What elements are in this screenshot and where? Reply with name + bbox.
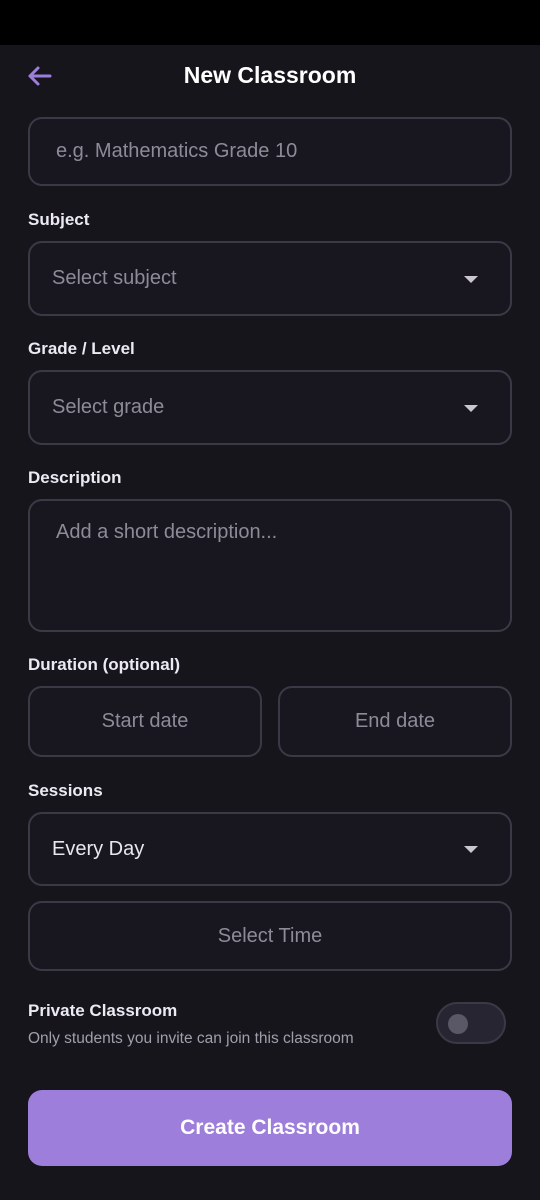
- caret-down-icon: [464, 846, 478, 853]
- description-placeholder: Add a short description...: [56, 521, 278, 543]
- start-date-placeholder: Start date: [101, 710, 189, 732]
- status-bar: [0, 0, 540, 45]
- page-title: New Classroom: [183, 62, 357, 88]
- sessions-select[interactable]: Every Day: [28, 812, 512, 886]
- select-time-input[interactable]: Select Time: [28, 901, 512, 971]
- subject-select[interactable]: Select subject: [28, 241, 512, 316]
- toggle-knob: [448, 1014, 468, 1034]
- subject-label: Subject: [28, 210, 90, 229]
- private-classroom-subtitle: Only students you invite can join this c…: [28, 1030, 354, 1047]
- subject-placeholder: Select subject: [52, 267, 177, 289]
- duration-label: Duration (optional): [28, 655, 181, 674]
- end-date-placeholder: End date: [354, 710, 436, 732]
- grade-select[interactable]: Select grade: [28, 370, 512, 445]
- grade-label: Grade / Level: [28, 339, 135, 358]
- start-date-input[interactable]: Start date: [28, 686, 262, 757]
- sessions-value: Every Day: [52, 837, 145, 860]
- classroom-name-placeholder: e.g. Mathematics Grade 10: [56, 140, 298, 162]
- private-classroom-title: Private Classroom: [28, 1001, 178, 1020]
- create-classroom-button[interactable]: Create Classroom: [28, 1090, 512, 1166]
- description-textarea[interactable]: Add a short description...: [28, 499, 512, 632]
- app-header: New Classroom: [0, 45, 540, 107]
- grade-placeholder: Select grade: [52, 396, 165, 418]
- end-date-input[interactable]: End date: [278, 686, 512, 757]
- select-time-placeholder: Select Time: [217, 924, 323, 947]
- private-classroom-toggle[interactable]: [436, 1002, 506, 1044]
- classroom-name-input[interactable]: e.g. Mathematics Grade 10: [28, 117, 512, 186]
- sessions-label: Sessions: [28, 781, 103, 800]
- caret-down-icon: [464, 275, 478, 283]
- caret-down-icon: [464, 404, 478, 412]
- description-label: Description: [28, 468, 122, 487]
